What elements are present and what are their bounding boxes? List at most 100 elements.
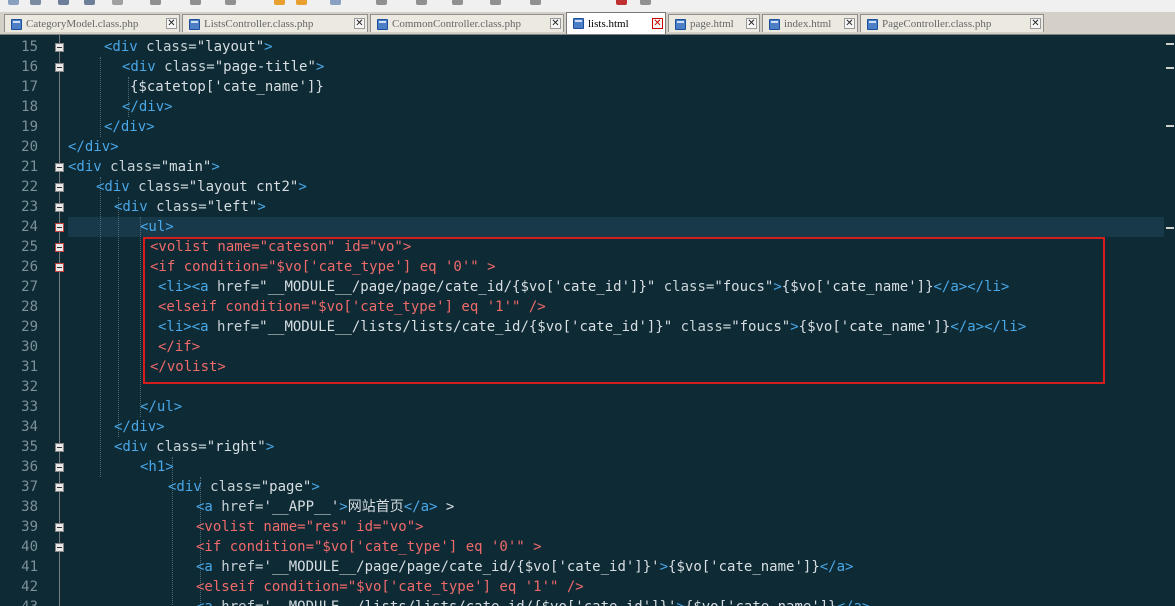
tab-commoncontroller[interactable]: CommonController.class.php ✕	[370, 14, 564, 32]
fold-toggle-icon[interactable]	[55, 263, 64, 272]
code-line[interactable]: {$catetop['cate_name']}	[130, 77, 324, 97]
code-line[interactable]: <div class="left">	[114, 197, 266, 217]
code-line[interactable]: <div class="layout cnt2">	[96, 177, 307, 197]
code-line[interactable]: <div class="main">	[68, 157, 220, 177]
code-line[interactable]: <volist name="res" id="vo">	[196, 517, 424, 537]
code-line[interactable]: <ul>	[140, 217, 174, 237]
tab-index-html[interactable]: index.html ✕	[762, 14, 858, 32]
file-icon	[769, 19, 780, 30]
scroll-marker	[1166, 67, 1174, 69]
play-macro-icon[interactable]	[640, 0, 651, 5]
code-token: '__MODULE__/page/page/cate_id/{$vo['cate…	[263, 559, 660, 575]
code-token: class=	[129, 179, 189, 195]
fold-toggle-icon[interactable]	[55, 163, 64, 172]
code-token: <div	[68, 159, 102, 175]
line-number-gutter: 15 16 17 18 19 20 21 22 23 24 25 26 27 28 29 30 31 32 33 34…	[0, 35, 42, 606]
tab-listscontroller[interactable]: ListsController.class.php ✕	[182, 14, 368, 32]
code-line[interactable]: <volist name="cateson" id="vo">	[150, 237, 411, 257]
code-line[interactable]: <if condition="$vo['cate_type'] eq '0'" …	[150, 257, 496, 277]
close-file-icon[interactable]	[112, 0, 123, 5]
open-file-icon[interactable]	[30, 0, 41, 5]
code-token: <div	[96, 179, 130, 195]
fold-toggle-icon[interactable]	[55, 183, 64, 192]
sync-icon[interactable]	[452, 0, 463, 5]
fold-toggle-icon[interactable]	[55, 43, 64, 52]
record-macro-icon[interactable]	[616, 0, 627, 5]
code-token: >	[264, 39, 273, 55]
tab-pagecontroller[interactable]: PageController.class.php ✕	[860, 14, 1044, 32]
fold-toggle-icon[interactable]	[55, 223, 64, 232]
close-icon[interactable]: ✕	[844, 18, 855, 29]
line-number: 20	[21, 139, 38, 155]
paste-icon[interactable]	[274, 0, 285, 5]
cut-icon[interactable]	[190, 0, 201, 5]
code-token: "layout"	[196, 39, 265, 55]
fold-toggle-icon[interactable]	[55, 543, 64, 552]
code-line[interactable]: <elseif condition="$vo['cate_type'] eq '…	[196, 577, 584, 597]
code-line[interactable]: </div>	[122, 97, 173, 117]
undo-icon[interactable]	[296, 0, 307, 5]
line-number: 17	[21, 79, 38, 95]
code-line[interactable]: </div>	[114, 417, 165, 437]
code-line[interactable]: <div class="page-title">	[122, 57, 324, 77]
code-line[interactable]: <elseif condition="$vo['cate_type'] eq '…	[158, 297, 546, 317]
zoom-icon[interactable]	[416, 0, 427, 5]
code-line[interactable]: <a href='__APP__'>网站首页</a> >	[196, 497, 454, 517]
print-icon[interactable]	[150, 0, 161, 5]
save-all-icon[interactable]	[84, 0, 95, 5]
fold-toggle-icon[interactable]	[55, 463, 64, 472]
code-line[interactable]: <div class="right">	[114, 437, 274, 457]
line-number: 16	[21, 59, 38, 75]
fold-margin[interactable]	[52, 35, 68, 606]
indent-icon[interactable]	[530, 0, 541, 5]
tab-categorymodel[interactable]: CategoryModel.class.php ✕	[4, 14, 180, 32]
fold-toggle-icon[interactable]	[55, 443, 64, 452]
tab-lists-html[interactable]: lists.html ✕	[566, 12, 666, 34]
file-icon	[189, 19, 200, 30]
code-token: >	[339, 499, 348, 515]
code-line[interactable]: <div class="page">	[168, 477, 320, 497]
code-token: <a	[196, 559, 213, 575]
code-line[interactable]: </ul>	[140, 397, 182, 417]
code-token: "page-title"	[214, 59, 316, 75]
code-token: {$vo['cate_name']}	[685, 599, 837, 606]
close-icon[interactable]: ✕	[1030, 18, 1041, 29]
code-editor[interactable]: 15 16 17 18 19 20 21 22 23 24 25 26 27 28 29 30 31 32 33 34…	[0, 35, 1175, 606]
scroll-marker	[1166, 125, 1174, 127]
close-icon[interactable]: ✕	[652, 18, 663, 29]
close-icon[interactable]: ✕	[550, 18, 561, 29]
vertical-scrollbar[interactable]	[1164, 35, 1175, 606]
code-line[interactable]: <a href='__MODULE__/page/page/cate_id/{$…	[196, 557, 853, 577]
new-file-icon[interactable]	[8, 0, 19, 5]
close-icon[interactable]: ✕	[746, 18, 757, 29]
code-line[interactable]: <if condition="$vo['cate_type'] eq '0'" …	[196, 537, 542, 557]
code-token: </a>	[403, 499, 438, 515]
fold-toggle-icon[interactable]	[55, 243, 64, 252]
wrap-icon[interactable]	[490, 0, 501, 5]
code-token: <if condition="$vo['cate_type'] eq '0'" …	[196, 539, 542, 555]
code-area[interactable]: <div class="layout"> <div class="page-tit…	[68, 35, 1175, 606]
code-line[interactable]: <li><a href="__MODULE__/page/page/cate_i…	[158, 277, 1009, 297]
line-number: 32	[21, 379, 38, 395]
fold-toggle-icon[interactable]	[55, 203, 64, 212]
code-line[interactable]: </div>	[68, 137, 119, 157]
code-line[interactable]: </div>	[104, 117, 155, 137]
code-token: <li><a	[158, 279, 209, 295]
code-line[interactable]: <li><a href="__MODULE__/lists/lists/cate…	[158, 317, 1026, 337]
code-line[interactable]: <h1>	[140, 457, 174, 477]
close-icon[interactable]: ✕	[166, 18, 177, 29]
close-icon[interactable]: ✕	[354, 18, 365, 29]
code-line[interactable]: </if>	[158, 337, 200, 357]
fold-toggle-icon[interactable]	[55, 483, 64, 492]
code-line[interactable]: <a href='__MODULE__/lists/lists/cate_id/…	[196, 597, 870, 606]
code-line[interactable]: </volist>	[150, 357, 226, 377]
find-icon[interactable]	[330, 0, 341, 5]
fold-toggle-icon[interactable]	[55, 63, 64, 72]
replace-icon[interactable]	[376, 0, 387, 5]
code-token: class=	[201, 479, 261, 495]
fold-toggle-icon[interactable]	[55, 523, 64, 532]
copy-icon[interactable]	[225, 0, 236, 5]
code-line[interactable]: <div class="layout">	[104, 37, 273, 57]
save-icon[interactable]	[58, 0, 69, 5]
tab-page-html[interactable]: page.html ✕	[668, 14, 760, 32]
